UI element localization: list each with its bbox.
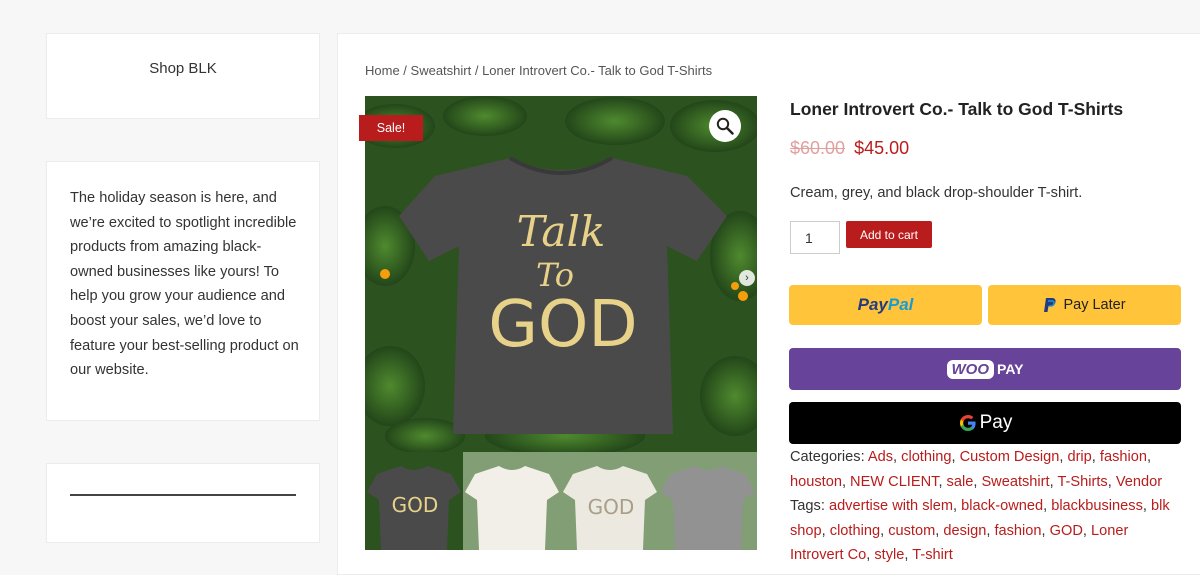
shop-title[interactable]: Shop BLK bbox=[47, 60, 319, 77]
svg-text:GOD: GOD bbox=[588, 495, 635, 519]
thumbnail-1[interactable]: GOD bbox=[365, 452, 463, 550]
breadcrumb: Home / Sweatshirt / Loner Introvert Co.-… bbox=[365, 63, 712, 78]
breadcrumb-separator: / bbox=[471, 63, 483, 78]
woopay-label: PAY bbox=[997, 361, 1024, 377]
breadcrumb-current: Loner Introvert Co.- Talk to God T-Shirt… bbox=[482, 63, 713, 78]
category-link[interactable]: Vendor bbox=[1116, 474, 1162, 490]
tags-label: Tags: bbox=[790, 498, 825, 514]
category-link[interactable]: T-Shirts bbox=[1057, 474, 1107, 490]
sale-price: $45.00 bbox=[854, 138, 910, 158]
woopay-button[interactable]: WOO PAY bbox=[789, 348, 1181, 390]
paypal-button[interactable]: PayPal bbox=[789, 285, 982, 325]
paypal-logo-text-b: Pal bbox=[887, 295, 914, 314]
divider-line bbox=[70, 494, 296, 496]
quantity-input[interactable] bbox=[790, 221, 840, 254]
tags-list: advertise with slem, black-owned, blackb… bbox=[790, 498, 1170, 564]
pay-later-label: Pay Later bbox=[1063, 297, 1126, 313]
promo-text: The holiday season is here, and we’re ex… bbox=[70, 190, 299, 379]
svg-text:Talk: Talk bbox=[517, 207, 606, 256]
divider-widget bbox=[46, 463, 320, 543]
category-link[interactable]: fashion bbox=[1100, 449, 1147, 465]
svg-text:GOD: GOD bbox=[488, 288, 637, 362]
paypal-logo-text-a: Pay bbox=[857, 295, 888, 314]
thumbnail-2[interactable] bbox=[463, 452, 561, 550]
tag-link[interactable]: advertise with slem bbox=[829, 498, 953, 514]
product-description: Cream, grey, and black drop-shoulder T-s… bbox=[790, 185, 1083, 201]
tag-link[interactable]: custom bbox=[888, 523, 935, 539]
thumbnail-3[interactable]: GOD bbox=[561, 452, 659, 550]
add-to-cart-button[interactable]: Add to cart bbox=[846, 221, 932, 248]
tag-link[interactable]: fashion bbox=[994, 523, 1041, 539]
tag-link[interactable]: blackbusiness bbox=[1051, 498, 1143, 514]
original-price: $60.00 bbox=[790, 138, 846, 158]
category-link[interactable]: Custom Design bbox=[960, 449, 1060, 465]
pay-later-button[interactable]: Pay Later bbox=[988, 285, 1181, 325]
tag-link[interactable]: T-shirt bbox=[912, 547, 953, 563]
product-title: Loner Introvert Co.- Talk to God T-Shirt… bbox=[790, 99, 1124, 119]
paypal-p-icon bbox=[1044, 298, 1057, 312]
category-link[interactable]: houston bbox=[790, 474, 842, 490]
tag-link[interactable]: design bbox=[943, 523, 986, 539]
thumbnail-strip: GOD GOD bbox=[365, 452, 757, 550]
promo-widget: The holiday season is here, and we’re ex… bbox=[46, 161, 320, 421]
product-price: $60.00 $45.00 bbox=[790, 138, 909, 159]
product-categories: Categories: Ads, clothing, Custom Design… bbox=[790, 445, 1170, 494]
category-link[interactable]: clothing bbox=[901, 449, 951, 465]
category-link[interactable]: Sweatshirt bbox=[981, 474, 1049, 490]
breadcrumb-category[interactable]: Sweatshirt bbox=[411, 63, 472, 78]
magnifier-icon bbox=[716, 117, 734, 135]
category-link[interactable]: Ads bbox=[868, 449, 893, 465]
next-image-arrow-icon[interactable]: › bbox=[739, 270, 755, 286]
breadcrumb-separator: / bbox=[399, 63, 411, 78]
google-g-icon bbox=[959, 415, 976, 431]
tag-link[interactable]: clothing bbox=[830, 523, 880, 539]
category-link[interactable]: NEW CLIENT bbox=[850, 474, 938, 490]
svg-text:GOD: GOD bbox=[392, 493, 439, 517]
sale-badge: Sale! bbox=[359, 115, 423, 141]
woo-logo: WOO bbox=[946, 359, 995, 379]
thumbnail-4[interactable] bbox=[659, 452, 757, 550]
tag-link[interactable]: style bbox=[874, 547, 904, 563]
google-pay-label: Pay bbox=[979, 412, 1013, 433]
product-tags: Tags: advertise with slem, black-owned, … bbox=[790, 494, 1170, 568]
category-link[interactable]: sale bbox=[947, 474, 974, 490]
breadcrumb-home[interactable]: Home bbox=[365, 63, 400, 78]
categories-label: Categories: bbox=[790, 449, 865, 465]
tag-link[interactable]: black-owned bbox=[961, 498, 1043, 514]
zoom-button[interactable] bbox=[709, 110, 741, 142]
google-pay-button[interactable]: Pay bbox=[789, 402, 1181, 444]
product-main-image[interactable]: Talk To GOD bbox=[365, 96, 757, 452]
shop-widget: Shop BLK bbox=[46, 33, 320, 119]
tag-link[interactable]: GOD bbox=[1050, 523, 1083, 539]
category-link[interactable]: drip bbox=[1067, 449, 1091, 465]
